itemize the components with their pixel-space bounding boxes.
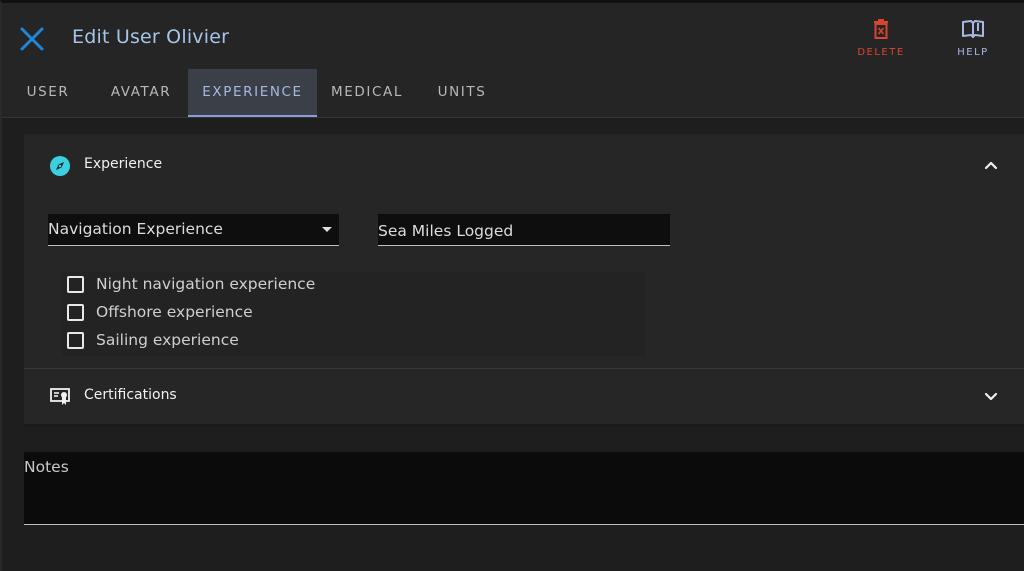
sea-miles-field bbox=[378, 214, 670, 246]
content-area: Experience Navigation Experience Night n… bbox=[2, 118, 1024, 571]
dropdown-arrow-icon bbox=[322, 227, 332, 232]
checkbox-box[interactable] bbox=[67, 304, 84, 321]
notes-field[interactable]: Notes bbox=[24, 452, 1024, 525]
experience-panel-header[interactable]: Experience bbox=[24, 134, 1024, 196]
checkbox-sailing[interactable]: Sailing experience bbox=[62, 328, 646, 356]
compass-icon bbox=[50, 156, 70, 176]
delete-label: DELETE bbox=[857, 47, 905, 58]
tab-avatar[interactable]: AVATAR bbox=[98, 69, 184, 117]
tab-experience[interactable]: EXPERIENCE bbox=[188, 69, 317, 117]
sea-miles-input[interactable] bbox=[378, 214, 670, 245]
checkbox-offshore[interactable]: Offshore experience bbox=[62, 300, 646, 328]
checkbox-box[interactable] bbox=[67, 276, 84, 293]
experience-type-select[interactable]: Navigation Experience bbox=[48, 214, 339, 246]
header-bar: Edit User Olivier DELETE HELP bbox=[2, 3, 1024, 69]
checkbox-label: Offshore experience bbox=[96, 303, 253, 321]
close-icon[interactable] bbox=[18, 25, 46, 53]
checkbox-night-navigation[interactable]: Night navigation experience bbox=[62, 272, 646, 300]
tab-bar: USER AVATAR EXPERIENCE MEDICAL UNITS bbox=[2, 69, 1024, 118]
certificate-icon bbox=[50, 388, 70, 405]
chevron-down-icon[interactable] bbox=[984, 390, 998, 404]
tab-units[interactable]: UNITS bbox=[422, 69, 502, 117]
help-label: HELP bbox=[957, 47, 989, 58]
notes-textarea[interactable] bbox=[24, 482, 1024, 522]
checkbox-label: Night navigation experience bbox=[96, 275, 316, 293]
experience-panel-title: Experience bbox=[84, 156, 163, 172]
checkbox-label: Sailing experience bbox=[96, 331, 239, 349]
delete-button[interactable]: DELETE bbox=[846, 19, 916, 58]
experience-type-value: Navigation Experience bbox=[48, 220, 223, 238]
tab-user[interactable]: USER bbox=[8, 69, 88, 117]
experience-checklist: Night navigation experience Offshore exp… bbox=[62, 272, 646, 356]
page-title: Edit User Olivier bbox=[72, 26, 230, 48]
checkbox-box[interactable] bbox=[67, 332, 84, 349]
certifications-panel-title: Certifications bbox=[84, 387, 177, 403]
help-button[interactable]: HELP bbox=[938, 19, 1008, 58]
book-icon bbox=[962, 20, 984, 38]
notes-label: Notes bbox=[24, 458, 69, 476]
certifications-panel-header[interactable]: Certifications bbox=[24, 369, 1024, 424]
chevron-up-icon[interactable] bbox=[984, 158, 998, 172]
experience-panel: Experience Navigation Experience Night n… bbox=[24, 134, 1024, 424]
trash-icon bbox=[874, 19, 888, 39]
panel-shadow bbox=[24, 424, 1024, 427]
tab-medical[interactable]: MEDICAL bbox=[324, 69, 410, 117]
app-window: Edit User Olivier DELETE HELP USER AVATA… bbox=[0, 0, 1024, 571]
